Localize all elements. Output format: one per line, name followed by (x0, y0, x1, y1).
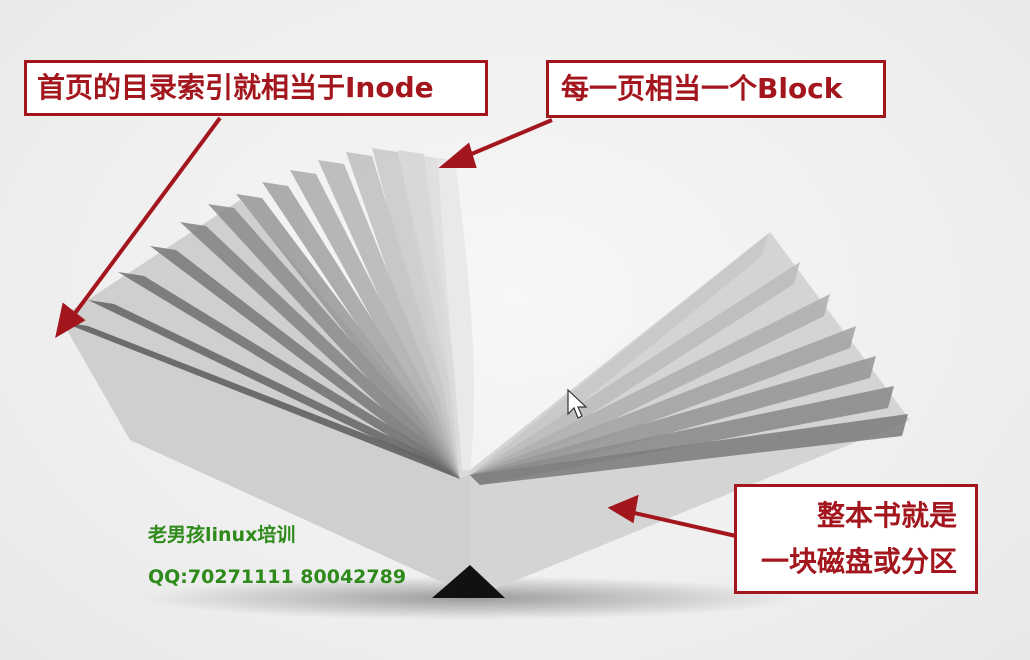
arrow-block-head (438, 142, 477, 168)
book-diagram: 首页的目录索引就相当于Inode 每一页相当一个Block 整本书就是 一块磁盘… (0, 0, 1030, 660)
arrow-block (461, 118, 553, 160)
block-callout-text: 每一页相当一个Block (561, 72, 843, 105)
watermark-name: 老男孩linux培训 (148, 524, 296, 546)
disk-callout-line1: 整本书就是 (816, 499, 957, 532)
block-callout: 每一页相当一个Block (546, 60, 886, 118)
disk-callout-line2: 一块磁盘或分区 (760, 545, 957, 578)
watermark-qq: QQ:70271111 80042789 (148, 566, 407, 588)
inode-callout: 首页的目录索引就相当于Inode (24, 60, 488, 116)
disk-callout: 整本书就是 一块磁盘或分区 (734, 484, 978, 594)
inode-callout-text: 首页的目录索引就相当于Inode (37, 71, 434, 104)
